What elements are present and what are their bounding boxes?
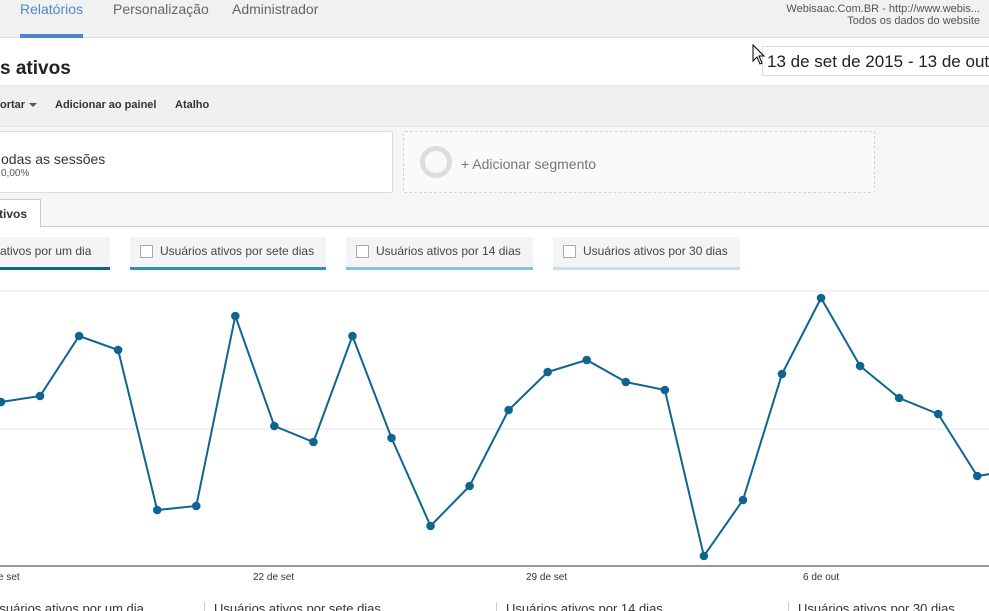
scorecard-divider — [788, 602, 789, 611]
metric-checkbox[interactable] — [563, 245, 576, 258]
scorecard-label-seven-days: Usuários ativos por sete dias — [214, 601, 381, 611]
export-label: ortar — [0, 99, 26, 111]
metric-color-bar — [553, 267, 740, 270]
account-view: Todos os dados do website — [847, 15, 980, 27]
data-point[interactable] — [231, 311, 240, 321]
data-point[interactable] — [699, 551, 709, 561]
metric-checkbox[interactable] — [356, 245, 369, 258]
scorecard-divider — [496, 602, 497, 611]
explorer-tabbar: tivos — [0, 199, 989, 228]
metric-color-bar — [346, 267, 533, 270]
data-point[interactable] — [855, 361, 865, 371]
x-axis-labels: e set 22 de set 29 de set 6 de out — [0, 572, 839, 583]
segment-area: odas as sessões 0,00% + Adicionar segmen… — [0, 127, 989, 199]
segment-percentage: 0,00% — [1, 168, 30, 179]
data-point[interactable] — [972, 471, 982, 481]
account-name: Webisaac.Com.BR - http://www.webis... — [786, 3, 980, 15]
data-point[interactable] — [465, 481, 474, 491]
segment-card-all-sessions[interactable]: odas as sessões 0,00% — [0, 131, 393, 193]
tab-relatorios[interactable]: Relatórios — [20, 1, 83, 17]
data-point[interactable] — [894, 393, 904, 403]
series-group — [0, 293, 989, 561]
scorecard-divider — [204, 602, 205, 611]
data-point[interactable] — [191, 501, 201, 511]
data-point[interactable] — [0, 397, 6, 407]
data-point[interactable] — [348, 331, 357, 341]
scorecard-row: Usuários ativos por um dia Usuários ativ… — [0, 596, 989, 611]
data-point[interactable] — [777, 369, 787, 379]
report-toolbar: ortar Adicionar ao painel Atalho — [0, 85, 989, 127]
metric-selector: ativos por um dia Usuários ativos por se… — [0, 228, 989, 288]
page-title: s ativos — [0, 58, 71, 79]
metric-color-bar — [130, 267, 326, 270]
data-point[interactable] — [816, 293, 826, 303]
add-segment-label: + Adicionar segmento — [461, 156, 597, 172]
data-point[interactable] — [621, 377, 631, 387]
segment-ring-icon — [420, 146, 452, 178]
data-point[interactable] — [738, 495, 748, 505]
active-users-line-chart[interactable]: e set 22 de set 29 de set 6 de out — [0, 290, 989, 590]
active-tab-indicator — [20, 34, 83, 38]
metric-color-bar — [0, 267, 110, 270]
metric-chip-14-days[interactable]: Usuários ativos por 14 dias — [346, 237, 533, 270]
scorecard-label-30-days: Usuários ativos por 30 dias — [798, 601, 955, 611]
data-point[interactable] — [270, 421, 279, 431]
shortcut-button[interactable]: Atalho — [175, 99, 209, 111]
caret-down-icon — [29, 103, 38, 108]
metric-label: Usuários ativos por 30 dias — [583, 244, 728, 258]
data-point[interactable] — [152, 505, 162, 515]
scorecard-label-one-day: Usuários ativos por um dia — [0, 601, 144, 611]
date-range-picker[interactable]: 13 de set de 2015 - 13 de out — [762, 46, 989, 76]
metric-label: Usuários ativos por sete dias — [160, 244, 315, 258]
x-tick-label: 22 de set — [253, 572, 294, 583]
data-point[interactable] — [582, 355, 592, 365]
data-point[interactable] — [933, 409, 943, 419]
segment-name: odas as sessões — [1, 151, 106, 167]
account-selector[interactable]: Webisaac.Com.BR - http://www.webis... To… — [786, 3, 980, 27]
export-button[interactable]: ortar — [0, 99, 38, 111]
add-segment-button[interactable]: + Adicionar segmento — [403, 131, 875, 193]
data-point[interactable] — [309, 437, 318, 447]
metric-chip-seven-days[interactable]: Usuários ativos por sete dias — [130, 237, 326, 270]
data-point[interactable] — [543, 367, 552, 377]
tab-personalizacao[interactable]: Personalização — [113, 1, 209, 17]
x-tick-label: 6 de out — [803, 572, 839, 583]
data-point[interactable] — [387, 433, 396, 443]
series-line-one-day — [0, 295, 989, 559]
data-point[interactable] — [74, 331, 84, 341]
metric-label: ativos por um dia — [0, 244, 92, 258]
tab-active-users[interactable]: tivos — [0, 199, 41, 228]
tab-administrador[interactable]: Administrador — [232, 1, 318, 17]
top-nav: Relatórios Personalização Administrador … — [0, 0, 989, 38]
x-tick-label: 29 de set — [526, 572, 567, 583]
scorecard-label-14-days: Usuários ativos por 14 dias — [506, 601, 663, 611]
metric-checkbox[interactable] — [140, 245, 153, 258]
metric-chip-30-days[interactable]: Usuários ativos por 30 dias — [553, 237, 740, 270]
metric-chip-one-day[interactable]: ativos por um dia — [0, 237, 110, 270]
data-point[interactable] — [426, 521, 435, 531]
x-tick-label: e set — [0, 572, 20, 583]
metric-label: Usuários ativos por 14 dias — [376, 244, 521, 258]
add-to-dashboard-button[interactable]: Adicionar ao painel — [55, 99, 156, 111]
data-point[interactable] — [35, 391, 45, 401]
data-point[interactable] — [113, 345, 123, 355]
data-point[interactable] — [660, 385, 670, 395]
mouse-pointer-icon — [752, 44, 766, 65]
data-point[interactable] — [504, 405, 513, 415]
